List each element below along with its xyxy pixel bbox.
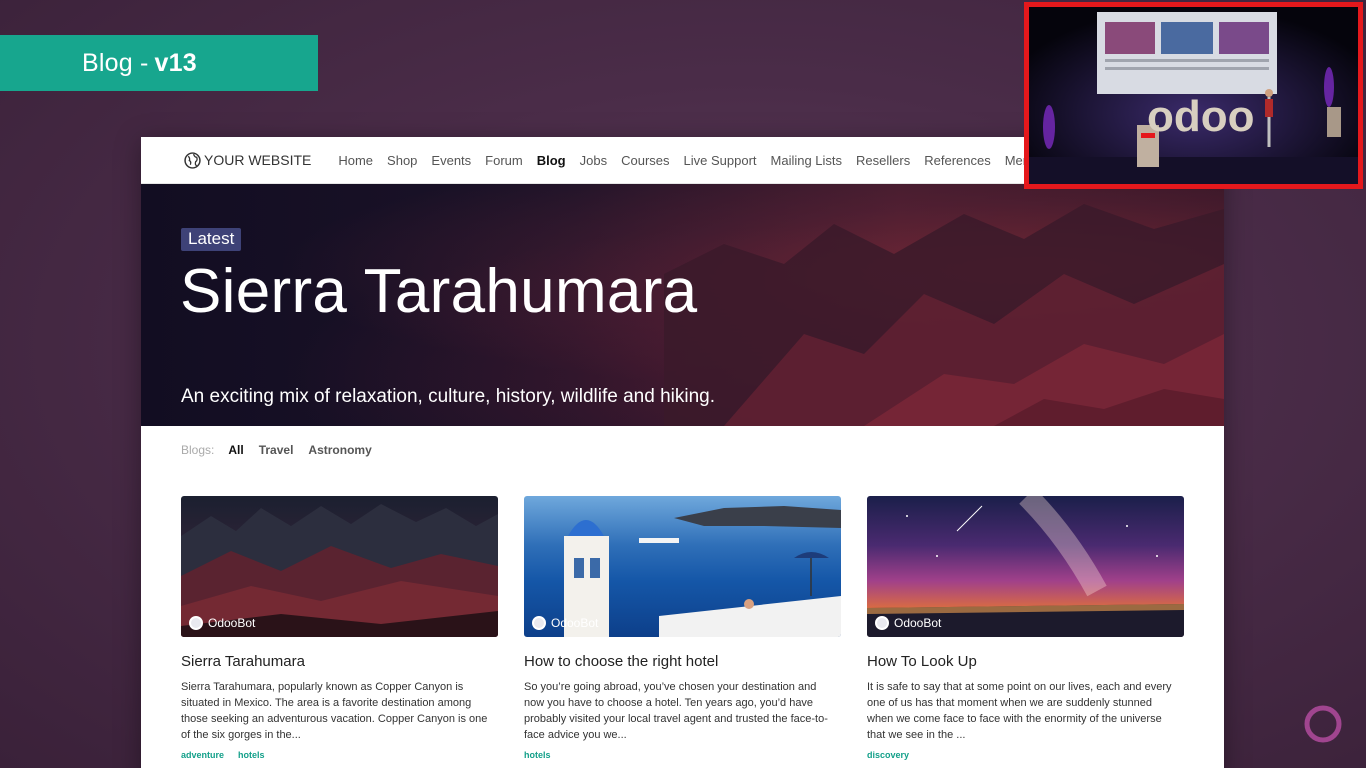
blog-post-card[interactable]: OdooBot How to choose the right hotel So… <box>524 496 841 760</box>
author-name: OdooBot <box>208 616 256 630</box>
nav-jobs[interactable]: Jobs <box>580 153 607 168</box>
website-frame: YOUR WEBSITE Home Shop Events Forum Blog… <box>141 137 1224 768</box>
nav-resellers[interactable]: Resellers <box>856 153 910 168</box>
hero-subtitle: An exciting mix of relaxation, culture, … <box>181 386 716 407</box>
post-excerpt: It is safe to say that at some point on … <box>867 681 1172 741</box>
post-image[interactable]: OdooBot <box>181 496 498 637</box>
globe-icon <box>184 151 201 169</box>
filter-label: Blogs: <box>181 443 215 457</box>
post-title[interactable]: How To Look Up <box>867 653 1184 670</box>
stage-logo: odoo <box>1147 92 1255 141</box>
filter-travel[interactable]: Travel <box>259 443 294 457</box>
post-author: OdooBot <box>532 616 598 630</box>
nav-courses[interactable]: Courses <box>621 153 669 168</box>
odoo-circle-logo-icon <box>1304 705 1342 743</box>
filter-astronomy[interactable]: Astronomy <box>308 443 371 457</box>
slide-version: v13 <box>154 48 197 77</box>
brand-name: YOUR WEBSITE <box>204 152 312 168</box>
post-image[interactable]: OdooBot <box>524 496 841 637</box>
nav-shop[interactable]: Shop <box>387 153 417 168</box>
blog-filter-bar: Blogs: All Travel Astronomy <box>181 443 387 457</box>
hero-background-image <box>664 204 1224 426</box>
post-excerpt: So you’re going abroad, you’ve chosen yo… <box>524 681 828 741</box>
nav-live-support[interactable]: Live Support <box>684 153 757 168</box>
post-title[interactable]: Sierra Tarahumara <box>181 653 498 670</box>
post-tag[interactable]: hotels <box>524 750 551 760</box>
nav-events[interactable]: Events <box>431 153 471 168</box>
author-avatar <box>875 616 889 630</box>
post-tags: adventure hotels <box>181 750 498 760</box>
nav-forum[interactable]: Forum <box>485 153 523 168</box>
blog-post-card[interactable]: OdooBot Sierra Tarahumara Sierra Tarahum… <box>181 496 498 760</box>
nav-mailing-lists[interactable]: Mailing Lists <box>771 153 843 168</box>
post-author: OdooBot <box>875 616 941 630</box>
filter-all[interactable]: All <box>228 443 243 457</box>
post-tag[interactable]: adventure <box>181 750 224 760</box>
nav-blog[interactable]: Blog <box>537 153 566 168</box>
hero-title[interactable]: Sierra Tarahumara <box>180 256 697 327</box>
website-brand[interactable]: YOUR WEBSITE <box>184 151 312 169</box>
author-avatar <box>532 616 546 630</box>
speaker-camera-pip: odoo <box>1024 2 1363 189</box>
post-tags: discovery <box>867 750 1184 760</box>
author-avatar <box>189 616 203 630</box>
author-name: OdooBot <box>551 616 599 630</box>
post-tags: hotels <box>524 750 841 760</box>
blog-hero[interactable]: Latest Sierra Tarahumara An exciting mix… <box>141 184 1224 426</box>
post-author: OdooBot <box>189 616 255 630</box>
slide-title-banner: Blog - v13 <box>0 35 318 91</box>
post-title[interactable]: How to choose the right hotel <box>524 653 841 670</box>
stage-video-image: odoo <box>1029 7 1358 184</box>
latest-badge: Latest <box>181 228 242 251</box>
author-name: OdooBot <box>894 616 942 630</box>
nav-references[interactable]: References <box>924 153 990 168</box>
post-excerpt: Sierra Tarahumara, popularly known as Co… <box>181 681 488 741</box>
post-tag[interactable]: discovery <box>867 750 909 760</box>
slide-title: Blog - <box>82 48 149 77</box>
post-image[interactable]: OdooBot <box>867 496 1184 637</box>
blog-post-card[interactable]: OdooBot How To Look Up It is safe to say… <box>867 496 1184 760</box>
nav-home[interactable]: Home <box>338 153 373 168</box>
post-tag[interactable]: hotels <box>238 750 265 760</box>
